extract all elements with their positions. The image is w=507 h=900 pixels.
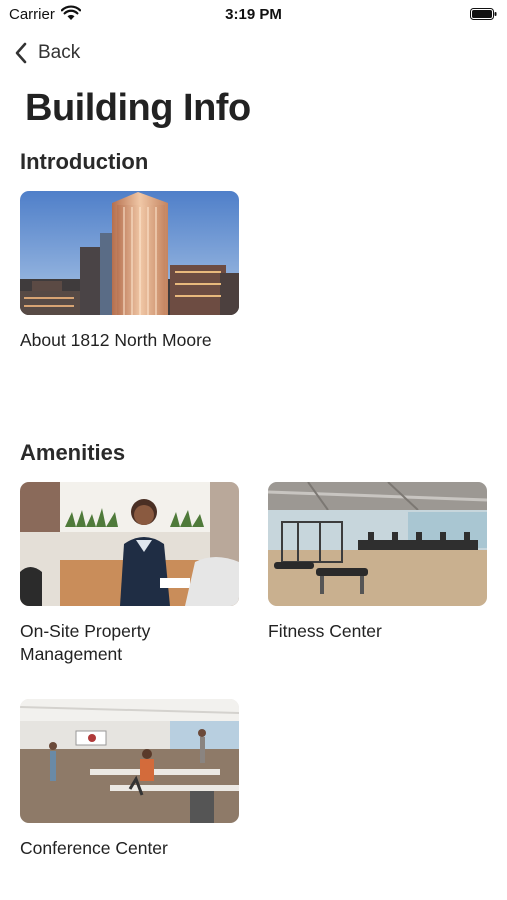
section-title-introduction: Introduction <box>20 149 149 174</box>
back-button[interactable]: Back <box>14 40 80 66</box>
battery-full-icon <box>470 8 497 20</box>
status-bar: Carrier 3:19 PM <box>0 0 507 28</box>
property-management-image <box>20 482 239 606</box>
card-label: On-Site Property Management <box>20 621 151 664</box>
card-conference-center[interactable]: Conference Center <box>20 699 239 860</box>
section-title-amenities: Amenities <box>20 440 126 465</box>
back-label: Back <box>38 42 81 63</box>
card-about-building[interactable]: About 1812 North Moore <box>20 191 239 352</box>
page-title: Building Info <box>25 87 251 129</box>
chevron-left-icon <box>15 42 27 64</box>
card-fitness-center[interactable]: Fitness Center <box>268 482 487 643</box>
clock: 3:19 PM <box>225 6 282 23</box>
card-label: Conference Center <box>20 838 168 858</box>
card-label: About 1812 North Moore <box>20 330 212 350</box>
card-label: Fitness Center <box>268 621 382 641</box>
fitness-center-image <box>268 482 487 606</box>
conference-center-image <box>20 699 239 823</box>
card-property-management[interactable]: On-Site Property Management <box>20 482 239 666</box>
building-exterior-image <box>20 191 239 315</box>
